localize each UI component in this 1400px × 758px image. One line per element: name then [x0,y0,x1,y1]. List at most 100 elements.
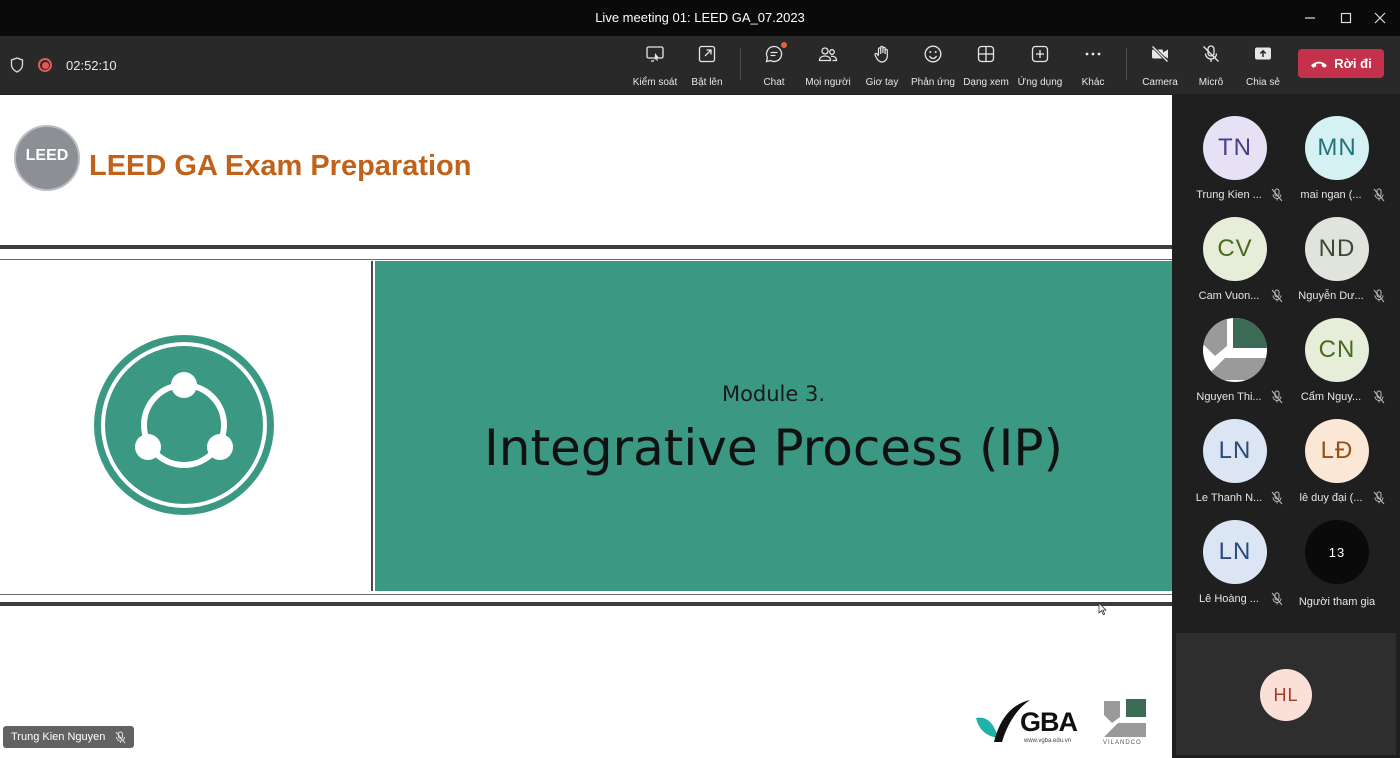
mic-off-icon [1203,45,1219,62]
avatar: LN [1203,419,1267,483]
avatar: LĐ [1305,419,1369,483]
slide-divider [0,259,1172,260]
self-view-tile[interactable]: HL [1176,633,1396,755]
presenter-name-label: Trung Kien Nguyen [3,726,135,748]
mic-off-icon [1271,289,1283,303]
slide-divider [0,245,1172,249]
participant-tile[interactable]: TN Trung Kien ... [1185,116,1285,216]
raise-hand-icon [874,45,888,63]
vilandco-avatar-image [1203,318,1267,380]
shield-icon[interactable] [10,57,24,73]
participant-name: Cẩm Nguy... [1300,391,1362,403]
mic-off-icon [1373,390,1385,404]
chat-button[interactable]: Chat [758,42,790,88]
meeting-toolbar: 02:52:10 Kiểm soát Bật lên Chat Mọi ngườ… [0,36,1400,94]
slide-icon-panel [0,261,373,591]
apps-icon [1031,45,1049,63]
camera-off-icon [1151,45,1169,63]
react-icon [924,45,942,63]
phone-hangup-icon [1311,61,1328,68]
mic-off-icon [1373,289,1385,303]
window-titlebar: Live meeting 01: LEED GA_07.2023 [0,0,1400,36]
window-title: Live meeting 01: LEED GA_07.2023 [595,10,805,25]
unread-badge [781,42,787,48]
shared-screen: LEED LEED GA Exam Preparation Module 3. … [0,95,1172,758]
participant-name: lê duy đại (... [1299,492,1363,504]
toolbar-divider [740,48,741,80]
participant-name: Cam Vuon... [1198,290,1260,302]
people-icon [818,47,838,62]
meeting-timer: 02:52:10 [66,57,117,73]
share-button[interactable]: Chia sẻ [1244,44,1282,88]
participant-name: Le Thanh N... [1195,492,1263,504]
module-banner: Module 3. Integrative Process (IP) [375,261,1172,591]
participant-name: Nguyễn Dư... [1298,290,1364,302]
participant-tile[interactable]: LĐ lê duy đại (... [1287,419,1387,519]
share-icon [1255,47,1271,60]
apps-button[interactable]: Ứng dụng [1017,44,1063,88]
integrative-process-icon [94,335,274,515]
meeting-status: 02:52:10 [10,36,117,94]
pop-out-icon [698,45,716,63]
mic-off-icon [1271,390,1283,404]
minimize-button[interactable] [1290,0,1330,36]
participant-tile[interactable]: CV Cam Vuon... [1185,217,1285,317]
more-participants-tile[interactable]: 13 Người tham gia [1287,520,1387,620]
slide-divider [0,602,1172,606]
maximize-icon [1340,12,1352,24]
more-button[interactable]: Khác [1078,44,1108,88]
participant-name: Trung Kien ... [1196,189,1262,201]
slide-title: LEED GA Exam Preparation [89,150,472,182]
participant-tile[interactable]: LN Le Thanh N... [1185,419,1285,519]
take-control-button[interactable]: Kiểm soát [632,44,678,88]
mic-off-icon [1271,188,1283,202]
participant-tile[interactable]: ND Nguyễn Dư... [1287,217,1387,317]
self-avatar: HL [1260,669,1312,721]
minimize-icon [1305,17,1315,19]
gba-logo: GBA www.vgba.edu.vn [974,698,1086,748]
microphone-button[interactable]: Micrô [1196,44,1226,88]
module-heading: Integrative Process (IP) [484,419,1063,477]
raise-hand-button[interactable]: Giơ tay [864,44,900,88]
avatar: TN [1203,116,1267,180]
pop-out-button[interactable]: Bật lên [689,44,725,88]
vilandco-mark-icon [1104,699,1146,737]
view-icon [977,45,995,63]
participant-name: mai ngan (... [1300,189,1362,201]
take-control-icon [646,46,664,62]
chat-icon-wrap [764,42,787,64]
slide-divider [0,594,1172,595]
participant-tile[interactable]: MN mai ngan (... [1287,116,1387,216]
mic-off-icon [1271,592,1283,606]
participant-tile[interactable]: Nguyen Thi... [1185,318,1285,418]
camera-button[interactable]: Camera [1140,44,1180,88]
mic-off-icon [115,731,126,743]
participants-gallery: TN Trung Kien ... MN mai ngan (... CV Ca… [1172,95,1400,758]
avatar: CV [1203,217,1267,281]
toolbar-divider [1126,48,1127,80]
avatar [1203,318,1267,382]
mic-off-icon [1373,491,1385,505]
mouse-cursor-icon [1098,602,1107,616]
participant-name: Nguyen Thi... [1196,391,1262,403]
avatar: CN [1305,318,1369,382]
avatar: LN [1203,520,1267,584]
more-participants-label: Người tham gia [1298,596,1376,608]
more-participants-count: 13 [1305,520,1369,584]
people-button[interactable]: Mọi người [804,44,852,88]
mic-off-icon [1271,491,1283,505]
participant-tile[interactable]: CN Cẩm Nguy... [1287,318,1387,418]
close-window-button[interactable] [1360,0,1400,36]
leave-button[interactable]: Rời đi [1298,49,1384,78]
leed-logo: LEED [14,125,80,191]
mic-off-icon [1373,188,1385,202]
participant-tile[interactable]: LN Lê Hoàng ... [1185,520,1285,620]
module-label: Module 3. [721,382,826,406]
more-icon [1085,52,1101,56]
avatar: MN [1305,116,1369,180]
close-icon [1374,12,1386,24]
participant-name: Lê Hoàng ... [1199,593,1259,605]
vilandco-logo: VILANDCO [1102,699,1148,749]
view-button[interactable]: Dạng xem [962,44,1010,88]
react-button[interactable]: Phản ứng [910,44,956,88]
